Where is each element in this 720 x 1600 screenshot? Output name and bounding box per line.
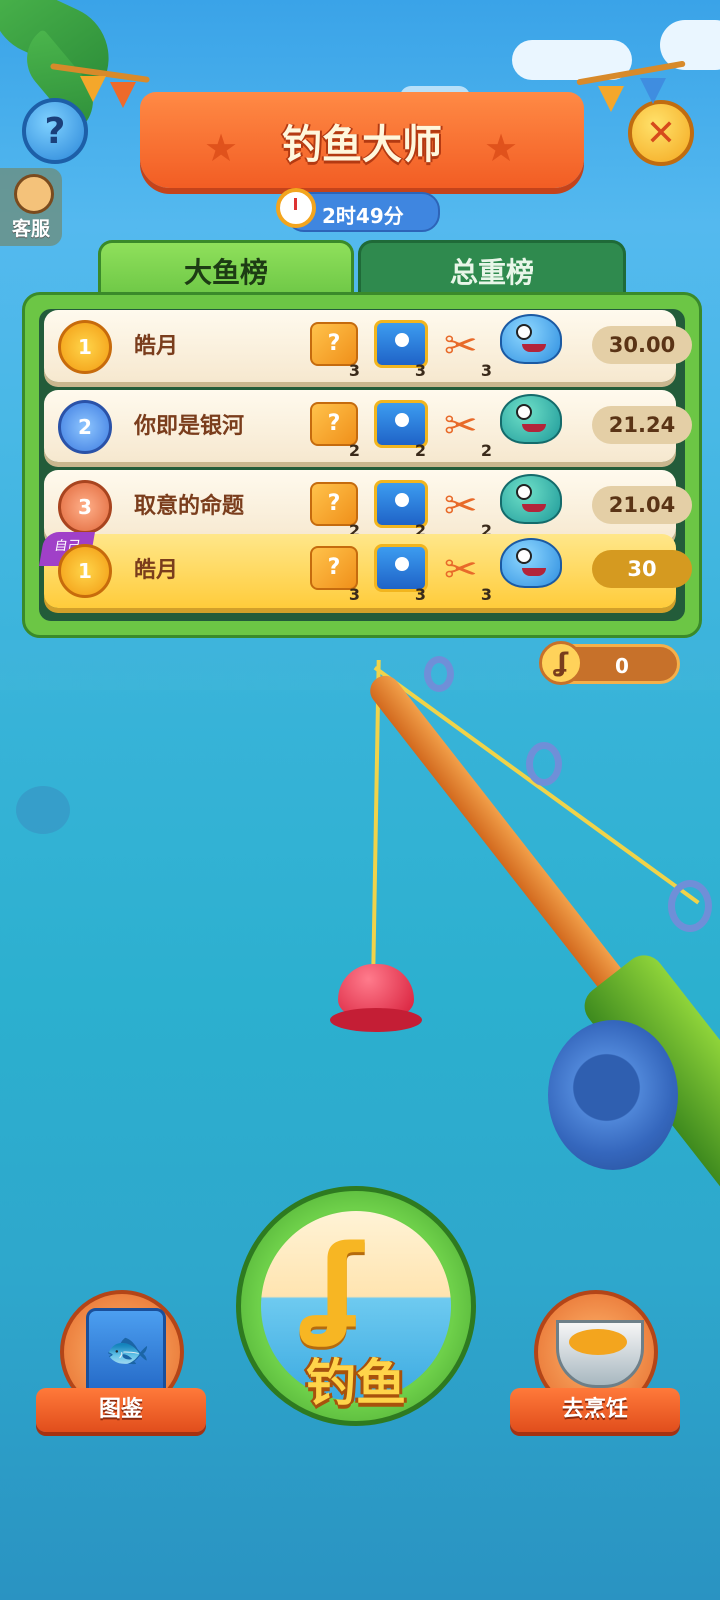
scissors-icon: ✂ [444, 323, 478, 369]
fish-weight: 30 [592, 550, 692, 588]
help-button[interactable]: ? [22, 98, 88, 164]
gold-medal-icon: 1 [58, 544, 112, 598]
player-name: 你即是银河 [134, 414, 245, 439]
leaderboard-row: 1 皓月 ? 3 3 ✂ 3 30.00 [44, 310, 692, 382]
shark-icon [496, 528, 562, 604]
bunting-flag [110, 82, 136, 108]
cook-button[interactable]: 去烹饪 [510, 1290, 680, 1440]
close-icon: ✕ [645, 112, 677, 154]
mystery-box-reward: ? 2 [306, 398, 362, 460]
leaderboard-row: 2 你即是银河 ? 2 2 ✂ 2 21.24 [44, 390, 692, 462]
reward-count: 3 [480, 361, 492, 380]
bobber-icon [330, 964, 422, 1034]
reward-count: 2 [414, 441, 426, 460]
mystery-box-reward: ? 3 [306, 318, 362, 380]
hook-count: 0 [615, 654, 629, 678]
bunting-flag [80, 76, 106, 102]
hook-icon: ʆ [539, 641, 583, 685]
rank-number: 3 [78, 495, 92, 519]
silver-medal-icon: 2 [58, 400, 112, 454]
reward-count: 2 [348, 441, 360, 460]
title-banner: ★ ★ 钓鱼大师 [140, 92, 584, 188]
question-icon: ? [44, 110, 66, 152]
chest-reward: 2 [372, 478, 428, 540]
fish-button-label: 钓鱼 [306, 1354, 406, 1412]
chest-reward: 3 [372, 542, 428, 604]
scissors-icon: ✂ [444, 483, 478, 529]
catalog-button[interactable]: 图鉴 [36, 1290, 206, 1440]
page-title: 钓鱼大师 [282, 122, 442, 168]
tab-label: 大鱼榜 [183, 256, 268, 289]
mystery-box-reward: ? 3 [306, 542, 362, 604]
reward-count: 3 [348, 585, 360, 604]
tab-big-fish[interactable]: 大鱼榜 [98, 240, 354, 299]
rod-guide [668, 880, 712, 932]
fish-button[interactable]: ʆ 钓鱼 [236, 1186, 476, 1426]
customer-service-button[interactable]: 客服 [0, 168, 62, 246]
scissors-icon: ✂ [444, 547, 478, 593]
rod-reel [548, 1020, 678, 1170]
customer-service-label: 客服 [11, 218, 50, 240]
service-avatar-icon [14, 174, 54, 214]
tab-total-weight[interactable]: 总重榜 [358, 240, 626, 299]
bunting-flag [640, 78, 666, 104]
self-rank-row: 自己 1 皓月 ? 3 3 ✂ 3 30 [39, 532, 692, 608]
fish-weight: 30.00 [592, 326, 692, 364]
close-button[interactable]: ✕ [628, 100, 694, 166]
bunting-flag [598, 86, 624, 112]
hook-counter: ʆ 0 [539, 641, 680, 685]
rod-guide [526, 742, 562, 786]
rank-number: 1 [78, 335, 92, 359]
alarm-clock-icon [276, 188, 316, 228]
countdown-timer: 2时49分 [276, 188, 440, 232]
fish-weight: 21.04 [592, 486, 692, 524]
timer-text: 2时49分 [322, 204, 404, 228]
bronze-medal-icon: 3 [58, 480, 112, 534]
tab-label: 总重榜 [449, 256, 534, 289]
leaderboard-row: 3 取意的命题 ? 2 2 ✂ 2 21.04 [44, 470, 692, 542]
mystery-box-icon: ? [310, 402, 358, 446]
rank-number: 1 [78, 559, 92, 583]
mystery-box-icon: ? [310, 482, 358, 526]
chest-reward: 3 [372, 318, 428, 380]
reward-count: 3 [348, 361, 360, 380]
rod-guide [424, 656, 454, 692]
mystery-box-reward: ? 2 [306, 478, 362, 540]
chest-reward: 2 [372, 398, 428, 460]
fish-book-icon [86, 1308, 166, 1398]
reward-count: 3 [414, 361, 426, 380]
hook-icon: ʆ [303, 1221, 364, 1349]
mystery-box-icon: ? [310, 546, 358, 590]
mystery-box-icon: ? [310, 322, 358, 366]
scissors-reward: ✂ 3 [438, 318, 494, 380]
rank-number: 2 [78, 415, 92, 439]
reward-count: 3 [480, 585, 492, 604]
scissors-reward: ✂ 2 [438, 478, 494, 540]
scissors-reward: ✂ 2 [438, 398, 494, 460]
player-name: 皓月 [134, 334, 179, 359]
fish-weight: 21.24 [592, 406, 692, 444]
catalog-label: 图鉴 [36, 1388, 206, 1432]
gold-medal-icon: 1 [58, 320, 112, 374]
background-fish-icon [16, 786, 70, 834]
shark-icon [496, 304, 562, 380]
reward-count: 3 [414, 585, 426, 604]
player-name: 皓月 [134, 558, 179, 583]
reward-count: 2 [480, 441, 492, 460]
anglerfish-icon [496, 384, 562, 460]
cook-label: 去烹饪 [510, 1388, 680, 1432]
player-name: 取意的命题 [134, 494, 245, 519]
scissors-reward: ✂ 3 [438, 542, 494, 604]
scissors-icon: ✂ [444, 403, 478, 449]
